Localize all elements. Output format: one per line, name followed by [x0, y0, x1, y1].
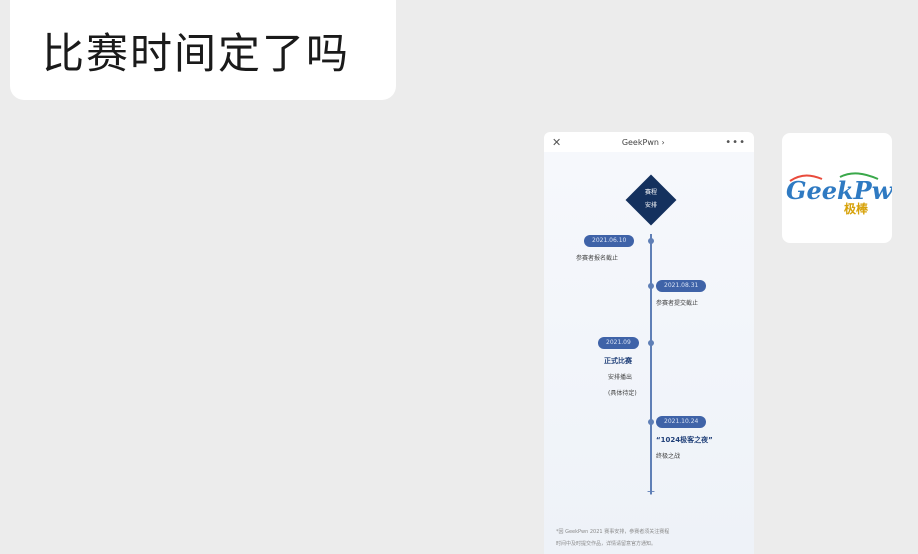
timeline-title: “1024极客之夜”	[656, 436, 713, 444]
card-footer-note: *因 GeekPwn 2021 赛事安排，参赛者须关注赛程 时间中及时提交作品，…	[556, 529, 670, 547]
timeline-line	[650, 234, 652, 494]
message-text: 比赛时间定了吗	[42, 28, 351, 78]
timeline-desc: 终极之战	[656, 453, 681, 460]
close-icon: ✕	[552, 135, 562, 149]
svg-text:GeekPwn: GeekPwn	[786, 176, 892, 205]
timeline-title: 正式比赛	[604, 357, 632, 365]
schedule-diamond-label: 赛程 安排	[644, 189, 657, 209]
avatar[interactable]: GeekPwn 极棒	[782, 133, 892, 243]
shared-image-message[interactable]: ✕ GeekPwn › ••• 赛程 安排 2021.06.10 参赛者报名截止…	[544, 132, 754, 554]
timeline-date: 2021.08.31	[656, 280, 707, 292]
timeline-node	[648, 419, 654, 425]
timeline-desc: 参赛者报名截止	[576, 255, 619, 262]
timeline-desc: 安排播出	[608, 374, 633, 381]
timeline-node	[648, 283, 654, 289]
timeline-date: 2021.10.24	[656, 416, 707, 428]
message-bubble[interactable]: 比赛时间定了吗	[10, 0, 396, 100]
card-header: ✕ GeekPwn › •••	[544, 132, 754, 152]
card-title: GeekPwn ›	[621, 137, 665, 147]
timeline-node	[648, 238, 654, 244]
timeline-node	[648, 340, 654, 346]
timeline-note: (具体待定)	[608, 390, 637, 397]
timeline-date: 2021.09	[598, 337, 639, 349]
more-icon: •••	[725, 136, 746, 148]
schedule-poster: 赛程 安排 2021.06.10 参赛者报名截止 2021.08.31 参赛者提…	[544, 152, 754, 554]
geekpwn-logo-icon: GeekPwn 极棒	[786, 172, 892, 216]
timeline-date: 2021.06.10	[584, 235, 635, 247]
plus-icon: +	[646, 485, 656, 498]
timeline-desc: 参赛者提交截止	[656, 300, 699, 307]
svg-text:极棒: 极棒	[844, 201, 869, 216]
